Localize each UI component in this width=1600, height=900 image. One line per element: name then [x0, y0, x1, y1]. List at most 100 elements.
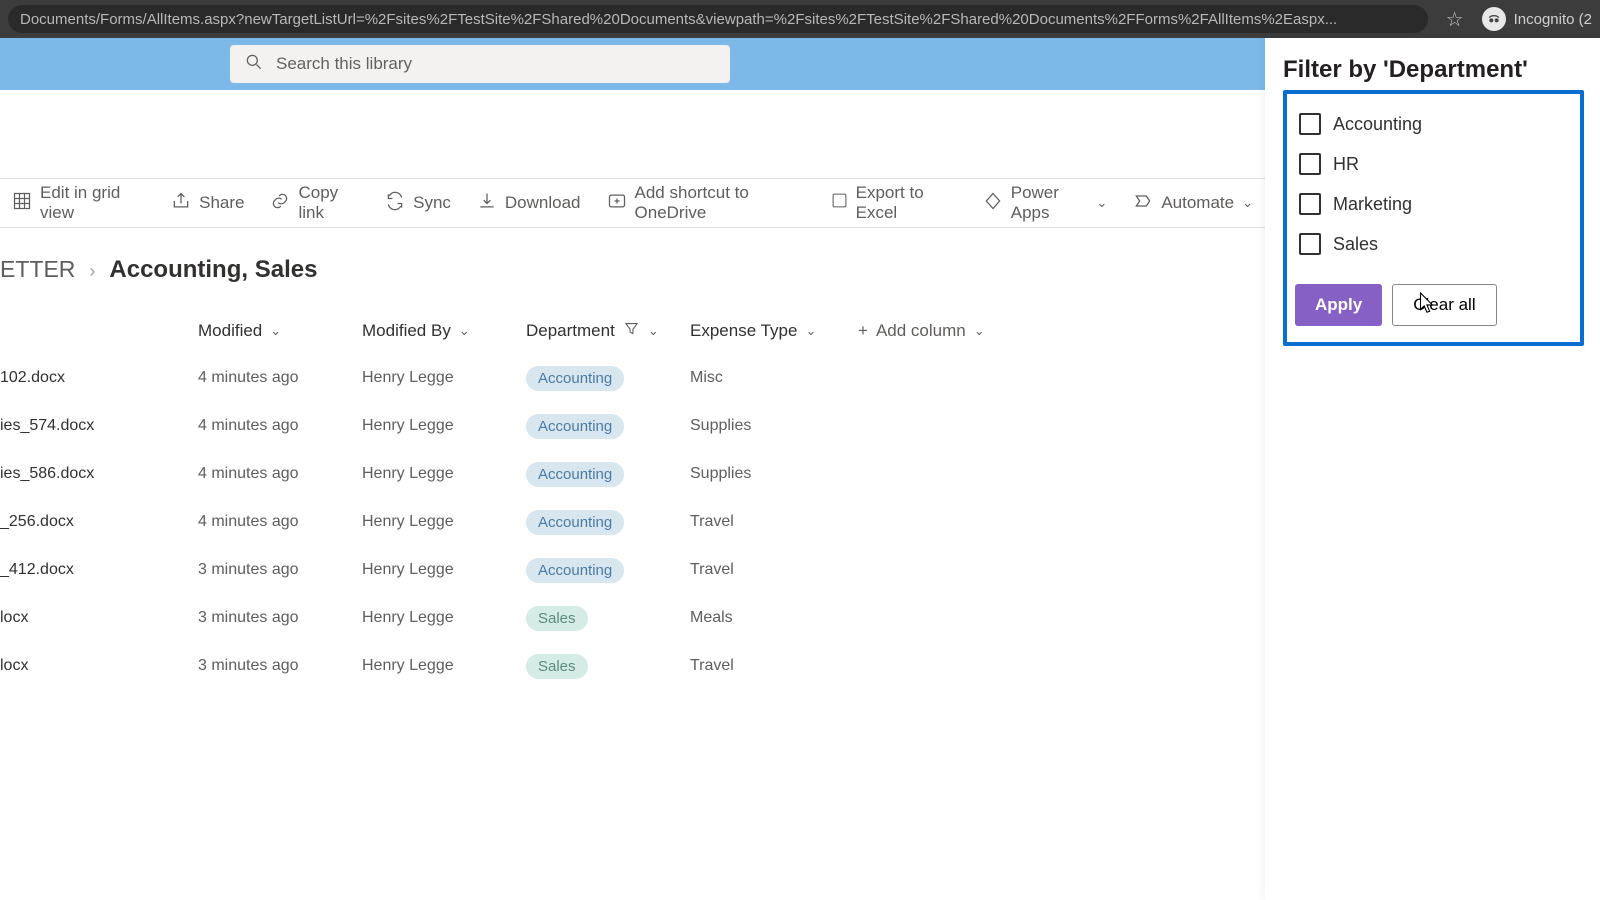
plus-icon: +	[858, 321, 868, 341]
automate-button[interactable]: Automate ⌄	[1133, 191, 1253, 216]
cell-modified-by: Henry Legge	[362, 369, 526, 387]
cell-modified-by: Henry Legge	[362, 561, 526, 579]
chevron-down-icon: ⌄	[974, 323, 985, 339]
checkbox[interactable]	[1299, 193, 1321, 215]
add-column-button[interactable]: + Add column ⌄	[858, 321, 985, 341]
download-button[interactable]: Download	[477, 191, 581, 216]
cell-expense-type: Misc	[690, 369, 858, 387]
suite-header: Search this library	[0, 38, 1265, 90]
link-icon	[270, 191, 290, 216]
search-placeholder: Search this library	[276, 54, 412, 74]
filter-panel-box: Accounting HR Marketing Sales Apply Clear a…	[1283, 90, 1584, 346]
apply-button[interactable]: Apply	[1295, 284, 1382, 326]
breadcrumb-filter-label: Accounting, Sales	[109, 256, 317, 284]
checkbox[interactable]	[1299, 233, 1321, 255]
file-name[interactable]: locx	[0, 609, 198, 627]
department-tag: Accounting	[526, 414, 624, 439]
power-apps-button[interactable]: Power Apps ⌄	[983, 183, 1108, 223]
cell-modified-by: Henry Legge	[362, 609, 526, 627]
browser-chrome: Documents/Forms/AllItems.aspx?newTargetL…	[0, 0, 1600, 38]
table-row[interactable]: ies_574.docx4 minutes agoHenry LeggeAcco…	[0, 402, 1265, 450]
cell-department: Accounting	[526, 510, 690, 535]
cell-modified-by: Henry Legge	[362, 417, 526, 435]
clear-all-button[interactable]: Clear all	[1392, 284, 1496, 326]
address-bar[interactable]: Documents/Forms/AllItems.aspx?newTargetL…	[8, 5, 1428, 33]
department-tag: Accounting	[526, 558, 624, 583]
automate-icon	[1133, 191, 1153, 216]
chevron-down-icon: ⌄	[648, 323, 659, 339]
chevron-down-icon: ⌄	[1242, 195, 1253, 211]
table-row[interactable]: 102.docx4 minutes agoHenry LeggeAccounti…	[0, 354, 1265, 402]
powerapps-icon	[983, 191, 1003, 216]
bookmark-star-icon[interactable]: ☆	[1446, 7, 1464, 32]
export-excel-button[interactable]: Export to Excel	[831, 183, 957, 223]
search-icon	[244, 52, 264, 77]
cell-department: Accounting	[526, 414, 690, 439]
table-row[interactable]: ies_586.docx4 minutes agoHenry LeggeAcco…	[0, 450, 1265, 498]
filter-option-label: Sales	[1333, 234, 1378, 255]
cell-expense-type: Travel	[690, 657, 858, 675]
department-tag: Accounting	[526, 462, 624, 487]
table-row[interactable]: locx3 minutes agoHenry LeggeSalesTravel	[0, 642, 1265, 690]
table-header: Modified ⌄ Modified By ⌄ Department ⌄ Ex…	[0, 308, 1265, 354]
edit-grid-view-button[interactable]: Edit in grid view	[12, 183, 145, 223]
cell-modified: 3 minutes ago	[198, 561, 362, 579]
column-expense-type[interactable]: Expense Type ⌄	[690, 321, 858, 341]
filter-icon	[623, 320, 640, 342]
file-name[interactable]: locx	[0, 657, 198, 675]
incognito-icon	[1482, 7, 1506, 31]
share-button[interactable]: Share	[171, 191, 244, 216]
cell-modified: 4 minutes ago	[198, 465, 362, 483]
table-row[interactable]: locx3 minutes agoHenry LeggeSalesMeals	[0, 594, 1265, 642]
chevron-down-icon: ⌄	[459, 323, 470, 339]
add-shortcut-button[interactable]: Add shortcut to OneDrive	[607, 183, 805, 223]
column-department[interactable]: Department ⌄	[526, 320, 690, 342]
cell-modified: 4 minutes ago	[198, 417, 362, 435]
cell-expense-type: Supplies	[690, 465, 858, 483]
department-tag: Accounting	[526, 366, 624, 391]
file-name[interactable]: _256.docx	[0, 513, 198, 531]
table-row[interactable]: _412.docx3 minutes agoHenry LeggeAccount…	[0, 546, 1265, 594]
incognito-label: Incognito (2	[1514, 11, 1592, 28]
chevron-down-icon: ⌄	[1096, 195, 1107, 211]
cell-department: Accounting	[526, 558, 690, 583]
table-row[interactable]: _256.docx4 minutes agoHenry LeggeAccount…	[0, 498, 1265, 546]
cell-expense-type: Travel	[690, 513, 858, 531]
filter-panel: Filter by 'Department' Accounting HR Marke…	[1265, 38, 1600, 900]
cell-modified: 3 minutes ago	[198, 609, 362, 627]
breadcrumb-parent[interactable]: ETTER	[0, 256, 75, 283]
chevron-down-icon: ⌄	[270, 323, 281, 339]
file-name[interactable]: _412.docx	[0, 561, 198, 579]
file-name[interactable]: 102.docx	[0, 369, 198, 387]
cell-department: Accounting	[526, 462, 690, 487]
file-name[interactable]: ies_574.docx	[0, 417, 198, 435]
filter-panel-title: Filter by 'Department'	[1283, 56, 1584, 84]
checkbox[interactable]	[1299, 153, 1321, 175]
share-icon	[171, 191, 191, 216]
filter-option-label: Marketing	[1333, 194, 1412, 215]
copy-link-button[interactable]: Copy link	[270, 183, 359, 223]
column-modified[interactable]: Modified ⌄	[198, 321, 362, 341]
file-name[interactable]: ies_586.docx	[0, 465, 198, 483]
shortcut-icon	[607, 191, 627, 216]
breadcrumb: ETTER › Accounting, Sales	[0, 228, 1265, 298]
checkbox[interactable]	[1299, 113, 1321, 135]
department-tag: Sales	[526, 606, 588, 631]
department-tag: Accounting	[526, 510, 624, 535]
cell-department: Sales	[526, 654, 690, 679]
column-modified-by[interactable]: Modified By ⌄	[362, 321, 526, 341]
cell-expense-type: Supplies	[690, 417, 858, 435]
filter-option[interactable]: Marketing	[1295, 184, 1572, 224]
search-input[interactable]: Search this library	[230, 45, 730, 83]
cell-department: Sales	[526, 606, 690, 631]
department-tag: Sales	[526, 654, 588, 679]
sync-button[interactable]: Sync	[385, 191, 451, 216]
filter-option[interactable]: Accounting	[1295, 104, 1572, 144]
filter-option[interactable]: Sales	[1295, 224, 1572, 264]
incognito-indicator[interactable]: Incognito (2	[1482, 7, 1592, 31]
download-icon	[477, 191, 497, 216]
grid-icon	[12, 191, 32, 216]
filter-option[interactable]: HR	[1295, 144, 1572, 184]
filter-option-label: Accounting	[1333, 114, 1422, 135]
cell-expense-type: Travel	[690, 561, 858, 579]
